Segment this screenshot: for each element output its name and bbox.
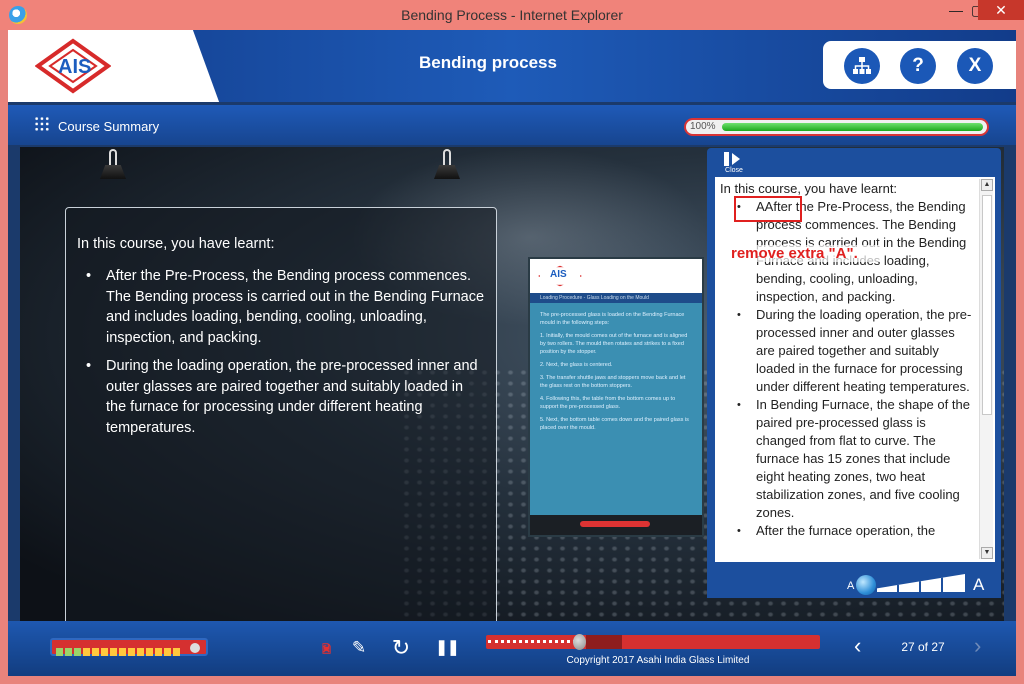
course-header: AIS Bending process ? X — [8, 30, 1016, 102]
notes-button[interactable]: ✎ — [346, 635, 372, 661]
scroll-down-icon[interactable]: ▼ — [981, 547, 993, 559]
copyright-text: Copyright 2017 Asahi India Glass Limited — [566, 655, 750, 666]
summary-point: During the loading operation, the pre-pr… — [77, 356, 486, 438]
sitemap-button[interactable] — [844, 48, 880, 84]
logo-text: AIS — [58, 56, 92, 78]
progress-percent: 100% — [690, 121, 716, 132]
progress-fill — [722, 123, 983, 131]
next-page-button[interactable]: › — [974, 633, 981, 659]
summary-list: After the Pre-Process, the Bending proce… — [77, 266, 486, 438]
monitor-line: The pre-processed glass is loaded on the… — [540, 312, 685, 326]
monitor-line: 2. Next, the glass is centered. — [540, 362, 613, 368]
monitor-line: 4. Following this, the table from the bo… — [540, 396, 676, 410]
pause-icon: ❚❚ — [435, 639, 459, 656]
monitor-line: 1. Initially, the mould comes out of the… — [540, 333, 688, 355]
monitor-body: The pre-processed glass is loaded on the… — [530, 303, 702, 445]
monitor-line: 5. Next, the bottom table comes down and… — [540, 417, 689, 431]
page-indicator: 27 of 27 — [901, 640, 945, 654]
seek-played — [488, 640, 576, 643]
volume-knob[interactable] — [190, 643, 200, 653]
screen-preview: AIS Loading Procedure - Glass Loading on… — [528, 257, 704, 537]
player-controls: 🗎 ✕ ✎ ↻ ❚❚ Copyright 2017 Asahi India Gla… — [8, 621, 1016, 676]
seek-bar[interactable] — [486, 634, 820, 650]
font-size-steps[interactable] — [877, 574, 965, 592]
summary-point: After the Pre-Process, the Bending proce… — [77, 266, 486, 348]
scroll-thumb[interactable] — [982, 195, 992, 415]
pencil-icon: ✎ — [351, 638, 367, 657]
annotation-note: remove extra "A". — [731, 245, 881, 262]
replay-button[interactable]: ↻ — [388, 635, 414, 661]
seek-knob[interactable] — [573, 634, 586, 650]
window-titlebar: Bending Process - Internet Explorer — ▢ … — [0, 0, 1024, 30]
sitemap-icon — [853, 57, 871, 74]
transcript-close-button[interactable]: Close — [724, 152, 744, 174]
logo-area: AIS — [8, 30, 186, 102]
replay-icon: ↻ — [391, 635, 411, 660]
previous-page-button[interactable]: ‹ — [854, 633, 861, 659]
transcript-body[interactable]: In this course, you have learnt: AAfter … — [715, 177, 995, 562]
page-title: Bending process — [419, 53, 557, 72]
binder-clip-icon — [434, 149, 460, 183]
font-large-label: A — [973, 575, 985, 594]
font-size-slider[interactable]: A A — [707, 568, 1001, 598]
collapse-panel-icon — [724, 152, 742, 166]
binder-clip-icon — [100, 149, 126, 183]
captions-off-icon: ✕ — [321, 644, 331, 656]
closed-captions-button[interactable]: 🗎 ✕ — [303, 635, 331, 661]
monitor-footer — [530, 515, 702, 535]
window-title: Bending Process - Internet Explorer — [401, 7, 623, 23]
transcript-text: In this course, you have learnt: AAfter … — [720, 180, 975, 540]
monitor-logo-text: AIS — [550, 269, 567, 280]
summary-card: In this course, you have learnt: After t… — [65, 207, 497, 621]
transcript-point: During the loading operation, the pre-pr… — [720, 306, 975, 396]
scroll-up-icon[interactable]: ▲ — [981, 179, 993, 191]
course-summary-link[interactable]: Course Summary — [58, 119, 159, 134]
minimize-button[interactable]: — — [943, 0, 969, 20]
grid-icon[interactable] — [34, 116, 50, 132]
help-button[interactable]: ? — [900, 48, 936, 84]
course-progress-bar: 100% — [684, 118, 989, 136]
close-icon: X — [968, 55, 982, 76]
monitor-line: 3. The transfer shuttle jaws and stopper… — [540, 375, 686, 389]
transcript-point: After the furnace operation, the — [720, 522, 975, 540]
volume-bar[interactable] — [50, 638, 208, 656]
window-close-button[interactable]: ✕ — [978, 0, 1024, 20]
transcript-panel: Close In this course, you have learnt: A… — [707, 148, 1001, 598]
pause-button[interactable]: ❚❚ — [434, 635, 460, 661]
transcript-point: In Bending Furnace, the shape of the pai… — [720, 396, 975, 522]
header-toolbar: ? X — [823, 41, 1016, 89]
font-slider-knob[interactable] — [856, 575, 876, 595]
exit-button[interactable]: X — [957, 48, 993, 84]
course-subbar: Course Summary 100% — [8, 105, 1016, 145]
question-icon: ? — [912, 55, 924, 76]
monitor-heading: Loading Procedure - Glass Loading on the… — [530, 293, 702, 303]
course-frame: AIS Bending process ? X Course Summary 1… — [8, 30, 1016, 676]
monitor-progress — [580, 521, 650, 527]
transcript-scrollbar[interactable]: ▲ ▼ — [979, 179, 993, 559]
close-label: Close — [725, 167, 743, 174]
annotation-box — [734, 196, 802, 222]
summary-intro: In this course, you have learnt: — [77, 236, 275, 252]
font-small-label: A — [847, 580, 855, 592]
seek-buffer — [586, 635, 622, 649]
